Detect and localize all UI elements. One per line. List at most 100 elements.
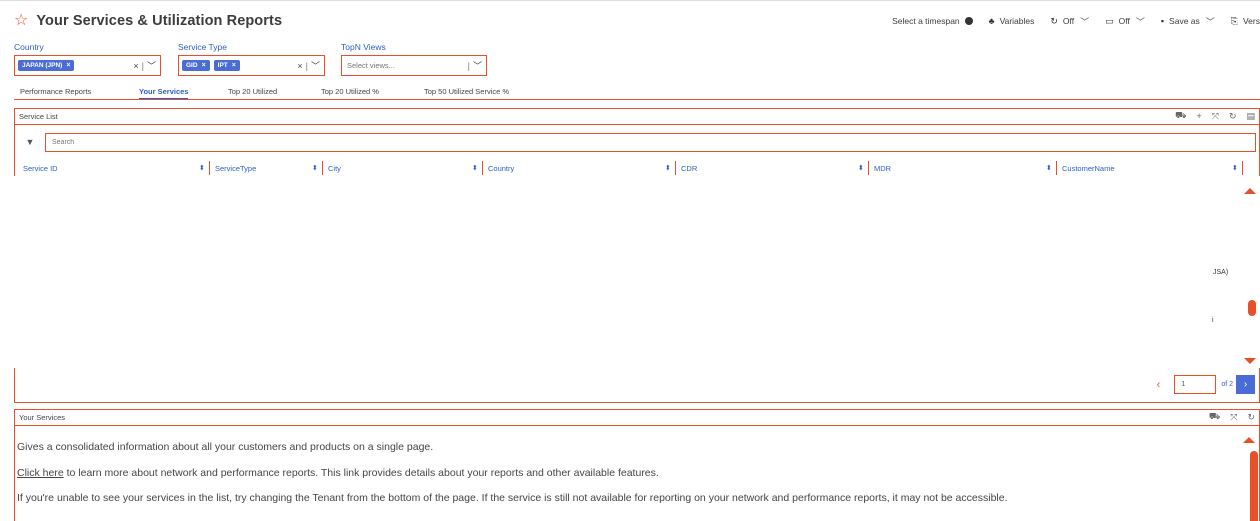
tab-performance-reports[interactable]: Performance Reports [20, 87, 91, 96]
tab-top-20-utilized-percent[interactable]: Top 20 Utilized % [321, 87, 379, 96]
column-divider [675, 161, 676, 175]
scroll-up-icon[interactable] [1244, 188, 1256, 194]
sort-icon[interactable]: ⬍ [1046, 164, 1052, 172]
scroll-down-icon[interactable] [1244, 358, 1256, 364]
scrollbar-thumb[interactable] [1250, 451, 1258, 521]
export-icon[interactable]: ▤ [1246, 111, 1255, 122]
save-icon: ▪ [1160, 16, 1165, 26]
filter-icon[interactable]: ▼ [15, 137, 45, 147]
next-page-button[interactable]: › [1236, 375, 1255, 394]
column-header-service-id[interactable]: Service ID [23, 164, 58, 173]
column-divider [1242, 161, 1243, 175]
chevron-down-icon: ﹀ [1135, 16, 1145, 27]
column-divider [209, 161, 210, 175]
sort-icon[interactable]: ⬍ [665, 164, 671, 172]
column-divider [868, 161, 869, 175]
column-header-mdr[interactable]: MDR [874, 164, 891, 173]
sort-icon[interactable]: ⬍ [312, 164, 318, 172]
refresh-label: Off [1062, 16, 1075, 26]
service-list-header: Service List ⛟ + ⤧ ↻ ▤ [15, 109, 1259, 125]
search-box[interactable] [45, 132, 1256, 152]
info-line-1: Gives a consolidated information about a… [17, 441, 434, 453]
column-header-country[interactable]: Country [488, 164, 514, 173]
refresh-icon[interactable]: ↻ [1229, 111, 1237, 122]
tab-your-services[interactable]: Your Services [139, 87, 189, 99]
prev-page-icon[interactable]: ‹ [1157, 379, 1161, 391]
service-type-chip[interactable]: IPT × [213, 60, 240, 71]
add-icon[interactable]: + [1196, 111, 1201, 121]
sort-icon[interactable]: ⬍ [1232, 164, 1238, 172]
column-divider [322, 161, 323, 175]
versions-icon: ⎘ [1230, 15, 1238, 26]
tab-top-50-utilized-service-percent[interactable]: Top 50 Utilized Service % [424, 87, 509, 96]
search-input[interactable] [52, 138, 1255, 146]
column-divider [482, 161, 483, 175]
versions-label: Vers [1242, 16, 1260, 26]
variables-label: Variables [999, 16, 1035, 26]
refresh-toggle[interactable]: ↻ Off ﹀ [1050, 15, 1089, 28]
chip-label: IPT [217, 62, 228, 69]
chevron-down-icon[interactable]: ﹀ [473, 59, 482, 72]
monitor-icon: ▭ [1105, 15, 1114, 26]
click-here-link[interactable]: Click here [17, 467, 64, 479]
column-header-customer-name[interactable]: CustomerName [1062, 164, 1115, 173]
service-type-select[interactable]: GID × IPT × × | ﹀ [178, 55, 325, 76]
your-services-panel: Your Services ⛟ ⤧ ↻ Gives a consolidated… [14, 409, 1260, 521]
display-toggle[interactable]: ▭ Off ﹀ [1105, 15, 1145, 28]
info-line-2: Click here to learn more about network a… [17, 467, 659, 479]
service-type-label: Service Type [178, 42, 227, 52]
cart-icon[interactable]: ⛟ [1175, 110, 1186, 122]
column-header-service-type[interactable]: ServiceType [215, 164, 256, 173]
country-filter: Country JAPAN (JPN) × × | ﹀ [14, 42, 161, 76]
page-title: Your Services & Utilization Reports [36, 12, 283, 29]
tab-top-20-utilized[interactable]: Top 20 Utilized [228, 87, 277, 96]
topn-filter: TopN Views |﹀ [341, 42, 487, 76]
topn-input[interactable] [345, 61, 445, 70]
search-row: ▼ [15, 127, 1259, 157]
toolbar: Select a timespan ♣ Variables ↻ Off ﹀ ▭ … [876, 1, 1260, 41]
sort-icon[interactable]: ⬍ [858, 164, 864, 172]
variables-button[interactable]: ♣ Variables [989, 16, 1035, 26]
refresh-icon[interactable]: ↻ [1247, 412, 1255, 423]
remove-chip-icon[interactable]: × [232, 62, 236, 69]
timespan-label: Select a timespan [892, 16, 960, 26]
timespan-picker[interactable]: Select a timespan [892, 16, 973, 26]
clear-icon[interactable]: × [133, 61, 138, 71]
clock-icon [964, 17, 973, 25]
scroll-up-icon[interactable] [1243, 437, 1255, 443]
column-header-city[interactable]: City [328, 164, 341, 173]
info-line-3: If you're unable to see your services in… [17, 492, 1008, 504]
service-type-filter: Service Type GID × IPT × × | ﹀ [178, 42, 325, 76]
chevron-down-icon[interactable]: ﹀ [311, 59, 320, 72]
expand-icon[interactable]: ⤧ [1212, 111, 1219, 122]
country-chip[interactable]: JAPAN (JPN) × [18, 60, 75, 71]
chevron-down-icon[interactable]: ﹀ [147, 59, 156, 72]
star-icon[interactable]: ☆ [14, 12, 28, 29]
remove-chip-icon[interactable]: × [66, 62, 70, 69]
info-line-2-text: to learn more about network and performa… [63, 467, 659, 479]
refresh-icon: ↻ [1050, 15, 1058, 26]
scrollbar-thumb[interactable] [1248, 300, 1256, 316]
your-services-header: Your Services ⛟ ⤧ ↻ [15, 410, 1259, 426]
clear-icon[interactable]: × [297, 61, 302, 71]
truncated-cell-mark: i [1212, 317, 1214, 324]
topn-select[interactable]: |﹀ [341, 55, 487, 76]
versions-button[interactable]: ⎘ Vers [1231, 16, 1260, 27]
sort-icon[interactable]: ⬍ [472, 164, 478, 172]
expand-icon[interactable]: ⤧ [1230, 412, 1237, 423]
truncated-cell-text: JSA) [1213, 269, 1229, 276]
service-type-chip[interactable]: GID × [182, 60, 210, 71]
sort-icon[interactable]: ⬍ [199, 164, 205, 172]
your-services-title: Your Services [19, 413, 65, 422]
service-list-title: Service List [19, 112, 58, 121]
variables-icon: ♣ [988, 16, 995, 26]
display-label: Off [1118, 16, 1130, 26]
country-select[interactable]: JAPAN (JPN) × × | ﹀ [14, 55, 161, 76]
remove-chip-icon[interactable]: × [202, 62, 206, 69]
table-body-area: JSA) i [0, 176, 1260, 368]
cart-icon[interactable]: ⛟ [1209, 411, 1220, 423]
page-number-input[interactable]: 1 [1174, 375, 1217, 394]
column-header-cdr[interactable]: CDR [681, 164, 697, 173]
save-as-button[interactable]: ▪ Save as ﹀ [1161, 15, 1215, 28]
top-bar: ☆ Your Services & Utilization Reports Se… [0, 0, 1260, 40]
